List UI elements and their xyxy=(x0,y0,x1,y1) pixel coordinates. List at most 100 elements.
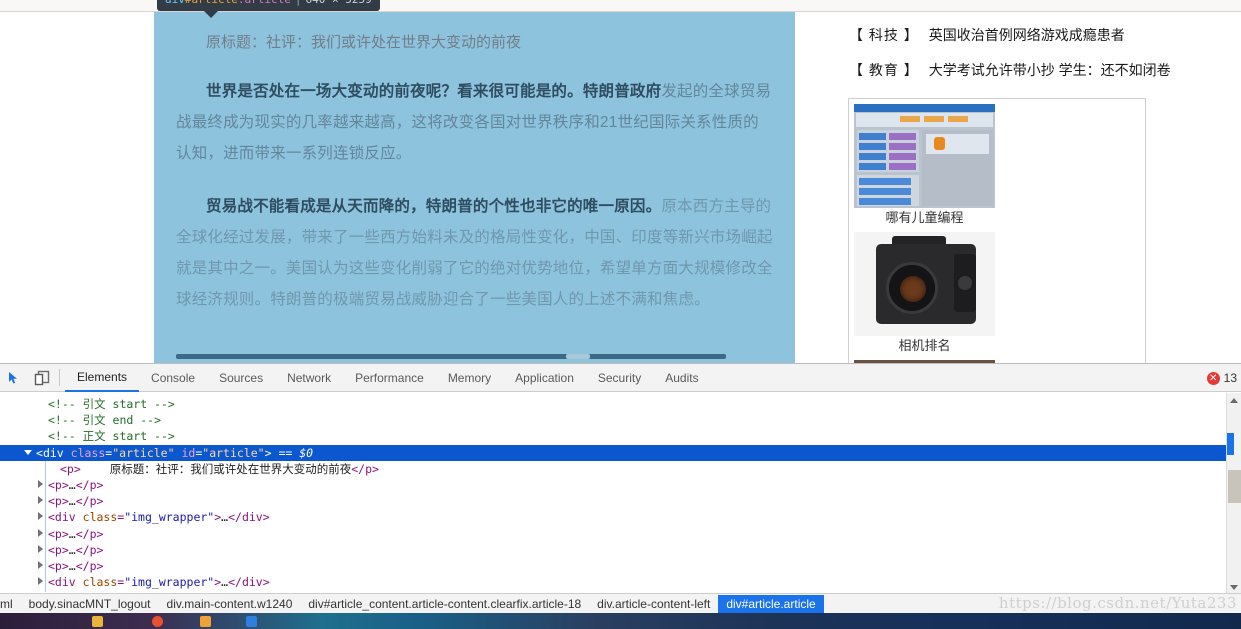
tab-network[interactable]: Network xyxy=(275,364,343,392)
inspect-cursor-icon[interactable] xyxy=(0,365,28,391)
devtools-toolbar-right: ✕ 13 xyxy=(1206,364,1239,392)
dom-row-collapsed-div-0[interactable]: <div class="img_wrapper">…</div> xyxy=(0,509,1241,525)
tab-performance[interactable]: Performance xyxy=(343,364,436,392)
selected-val-1: "article" xyxy=(112,445,175,460)
p-open-tag: <p> xyxy=(48,542,69,557)
p-close-tag: </p> xyxy=(75,542,104,557)
tab-audits[interactable]: Audits xyxy=(653,364,710,392)
news-item-0-title[interactable]: 英国收治首例网络游戏成瘾患者 xyxy=(929,27,1125,43)
expand-triangle-icon[interactable] xyxy=(38,479,43,488)
paragraph-1-bold-lead: 世界是否处在一场大变动的前夜呢？看来很可能是的。 xyxy=(206,83,583,100)
screenshot-root: 原标题：社评：我们或许处在世界大变动的前夜 世界是否处在一场大变动的前夜呢？看来… xyxy=(0,0,1241,629)
ad-image-grid: 哪有儿童编程 相机排名 xyxy=(854,104,1140,363)
dom-row-collapsed-p-4[interactable]: <p>…</p> xyxy=(0,558,1241,574)
taskbar-icon-1[interactable] xyxy=(152,616,163,627)
expand-triangle-icon[interactable] xyxy=(38,560,43,569)
breadcrumb-item-article-selected[interactable]: div#article.article xyxy=(718,594,824,613)
expand-triangle-icon[interactable] xyxy=(38,544,43,553)
expand-triangle-icon[interactable] xyxy=(38,496,43,505)
dom-row-collapsed-p-3[interactable]: <p>…</p> xyxy=(0,542,1241,558)
tab-application[interactable]: Application xyxy=(503,364,586,392)
dom-row-comment-0[interactable]: <!-- 引文 start --> xyxy=(0,396,1241,412)
news-item-1[interactable]: 【 教育 】大学考试允许带小抄 学生：还不如闭卷 xyxy=(847,60,1171,80)
expand-triangle-icon[interactable] xyxy=(24,449,32,459)
div-open-tag: <div xyxy=(48,510,76,525)
dom-tree[interactable]: <!-- 引文 start --> <!-- 引文 end --> <!-- 正… xyxy=(0,392,1241,594)
selected-attr-1: class xyxy=(70,445,106,460)
element-highlight-overlay: 原标题：社评：我们或许处在世界大变动的前夜 世界是否处在一场大变动的前夜呢？看来… xyxy=(154,12,795,363)
comment-text-0: <!-- 引文 start --> xyxy=(48,397,175,411)
taskbar-icon-2[interactable] xyxy=(200,616,211,627)
camera-thumbnail[interactable] xyxy=(854,232,995,336)
dom-row-collapsed-p-1[interactable]: <p>…</p> xyxy=(0,493,1241,509)
devtools-panel: Elements Console Sources Network Perform… xyxy=(0,363,1241,613)
dom-row-title-paragraph[interactable]: <p> 原标题：社评：我们或许处在世界大变动的前夜</p> xyxy=(0,461,1241,477)
error-badge[interactable]: ✕ 13 xyxy=(1206,371,1239,385)
inspector-tooltip: div#article.article|640 × 5259 xyxy=(157,0,380,18)
device-toolbar-icon[interactable] xyxy=(28,365,56,391)
selected-attr-2: id xyxy=(181,445,196,460)
expand-triangle-icon[interactable] xyxy=(38,512,43,521)
tooltip-dimensions: 640 × 5259 xyxy=(305,0,371,6)
tab-console[interactable]: Console xyxy=(139,364,207,392)
dom-row-comment-1[interactable]: <!-- 引文 end --> xyxy=(0,412,1241,428)
selected-val-2: "article" xyxy=(202,445,265,460)
tab-security[interactable]: Security xyxy=(586,364,653,392)
div-attr-name: class xyxy=(82,510,118,525)
p-open-tag: <p> xyxy=(48,526,69,541)
news-item-1-title[interactable]: 大学考试允许带小抄 学生：还不如闭卷 xyxy=(929,62,1171,78)
breadcrumb-item-html[interactable]: ml xyxy=(0,595,21,613)
collapsed-ellipsis: … xyxy=(68,526,76,541)
tab-memory[interactable]: Memory xyxy=(436,364,503,392)
paragraph-1-link[interactable]: 特朗普政府 xyxy=(583,83,662,100)
paragraph-2-bold-lead: 贸易战不能看成是从天而降的，特朗普的个性也非它的唯一原因。 xyxy=(206,198,662,215)
dom-row-collapsed-p-2[interactable]: <p>…</p> xyxy=(0,526,1241,542)
scratch-screenshot-thumbnail[interactable] xyxy=(854,104,995,208)
breadcrumb: ml body.sinacMNT_logout div.main-content… xyxy=(0,593,1241,613)
error-count: 13 xyxy=(1223,371,1237,385)
news-item-0-category: 【 科技 】 xyxy=(849,27,919,43)
selected-tag-name: div xyxy=(42,445,64,460)
tooltip-separator: | xyxy=(291,0,306,6)
dom-row-comment-2[interactable]: <!-- 正文 start --> xyxy=(0,428,1241,444)
breadcrumb-item-body[interactable]: body.sinacMNT_logout xyxy=(21,595,159,613)
article-paragraph-2: 贸易战不能看成是从天而降的，特朗普的个性也非它的唯一原因。原本西方主导的全球化经… xyxy=(176,191,773,315)
p-open-tag: <p> xyxy=(48,558,69,573)
devtools-vertical-scrollbar[interactable] xyxy=(1226,393,1241,595)
breadcrumb-item-article-content-left[interactable]: div.article-content-left xyxy=(589,595,718,613)
devtools-tab-bar: Elements Console Sources Network Perform… xyxy=(65,364,711,392)
div-close-tag: </div> xyxy=(228,510,270,525)
page-horizontal-scrollbar[interactable] xyxy=(176,354,726,359)
comment-text-2: <!-- 正文 start --> xyxy=(48,429,175,444)
scroll-down-arrow-icon[interactable] xyxy=(1230,585,1238,590)
tooltip-id: #article xyxy=(185,0,238,6)
breadcrumb-item-article-content[interactable]: div#article_content.article-content.clea… xyxy=(300,595,589,613)
tooltip-class: .article xyxy=(238,0,291,6)
dom-row-collapsed-div-1[interactable]: <div class="img_wrapper">…</div> xyxy=(0,574,1241,590)
taskbar-icon-3[interactable] xyxy=(246,616,257,627)
p-close-tag: </p> xyxy=(75,526,104,541)
article-body: 原标题：社评：我们或许处在世界大变动的前夜 世界是否处在一场大变动的前夜呢？看来… xyxy=(154,12,795,315)
comment-text-1: <!-- 引文 end --> xyxy=(48,413,162,428)
taskbar-icon-0[interactable] xyxy=(92,616,103,627)
p-close-tag: </p> xyxy=(351,461,379,476)
div-attr-name: class xyxy=(82,575,118,590)
news-item-0[interactable]: 【 科技 】英国收治首例网络游戏成瘾患者 xyxy=(847,25,1125,45)
div-attr-value: "img_wrapper" xyxy=(124,510,215,525)
ad-cell-0[interactable]: 哪有儿童编程 xyxy=(854,104,995,227)
dom-row-selected-article[interactable]: <div class="article" id="article"> == $0 xyxy=(0,444,1241,461)
tab-elements[interactable]: Elements xyxy=(65,364,140,392)
dom-row-collapsed-p-0[interactable]: <p>…</p> xyxy=(0,477,1241,493)
ad-caption-0[interactable]: 哪有儿童编程 xyxy=(854,208,995,227)
expand-triangle-icon[interactable] xyxy=(38,528,43,537)
tab-sources[interactable]: Sources xyxy=(207,364,275,392)
collapsed-ellipsis: … xyxy=(68,542,76,557)
ad-cell-1[interactable]: 相机排名 xyxy=(854,232,995,355)
breadcrumb-item-main-content[interactable]: div.main-content.w1240 xyxy=(159,595,301,613)
expand-triangle-icon[interactable] xyxy=(38,577,43,586)
scroll-up-arrow-icon[interactable] xyxy=(1230,398,1238,403)
scrollbar-selection-marker xyxy=(1227,433,1234,455)
ad-caption-1[interactable]: 相机排名 xyxy=(854,336,995,355)
scrollbar-thumb[interactable] xyxy=(1228,470,1241,503)
ad-image-panel: 哪有儿童编程 相机排名 xyxy=(848,98,1146,363)
